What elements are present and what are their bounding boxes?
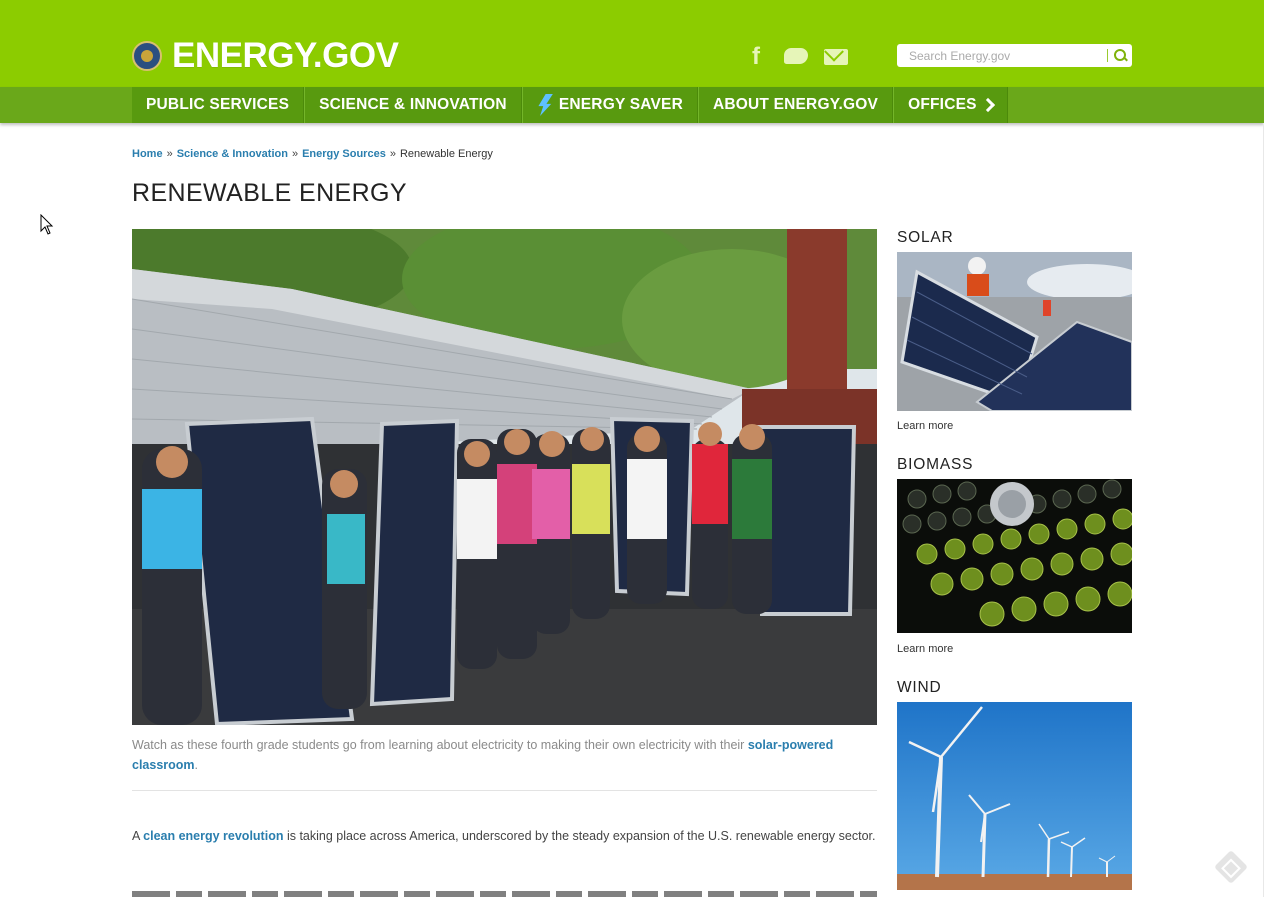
nav-item-label: SCIENCE & INNOVATION [319,96,507,113]
nav-item-public-services[interactable]: PUBLIC SERVICES [132,87,305,123]
biomass-photo-illustration [897,479,1132,633]
nav-item-label: ABOUT ENERGY.GOV [712,96,879,113]
nav-item-label: PUBLIC SERVICES [146,96,290,113]
facebook-icon[interactable]: f [752,44,768,70]
logo-text: ENERGY.GOV [172,36,399,75]
email-icon[interactable] [824,47,850,67]
breadcrumb: Home» Science & Innovation» Energy Sources… [132,148,493,160]
hero-caption-end: . [194,758,199,772]
next-paragraph-cutoff [132,887,877,897]
hero-photo-illustration [132,229,877,725]
hero-caption: Watch as these fourth grade students go … [132,735,877,775]
nav-item-offices[interactable]: OFFICES [893,87,1008,123]
sidebar-title-biomass: BIOMASS [897,456,974,473]
intro-text-start: A [132,829,140,843]
page-title: RENEWABLE ENERGY [132,179,407,207]
sidebar-title-solar: SOLAR [897,229,954,246]
nav-item-energy-saver[interactable]: ENERGY SAVER [521,87,698,123]
solar-image[interactable] [897,252,1132,411]
breadcrumb-current: Renewable Energy [399,148,493,160]
breadcrumb-separator: » [166,148,173,160]
hero-caption-text: Watch as these fourth grade students go … [132,738,745,752]
biomass-learn-more-link[interactable]: Learn more [897,643,953,655]
biomass-image[interactable] [897,479,1132,633]
search-box [897,44,1132,67]
site-header: ENERGY.GOV f [0,0,1264,87]
solar-learn-more-link[interactable]: Learn more [897,420,953,432]
social-links: f [752,44,864,70]
solar-photo-illustration [897,252,1132,411]
wind-image[interactable] [897,702,1132,890]
search-icon[interactable] [1108,45,1132,66]
lightning-bolt-icon [538,94,553,116]
breadcrumb-home[interactable]: Home [132,148,163,160]
nav-item-about[interactable]: ABOUT ENERGY.GOV [697,87,894,123]
chevron-right-icon [980,97,995,113]
intro-text-rest: is taking place across America, undersco… [286,829,876,843]
breadcrumb-separator: » [389,148,396,160]
twitter-icon[interactable] [782,44,810,70]
feedback-icon[interactable] [1214,850,1248,884]
clean-energy-revolution-link[interactable]: clean energy revolution [143,829,283,843]
content-divider [132,790,877,791]
mouse-cursor-icon [40,214,54,235]
breadcrumb-science-innovation[interactable]: Science & Innovation [177,148,288,160]
hero-image [132,229,877,725]
wind-photo-illustration [897,702,1132,890]
breadcrumb-energy-sources[interactable]: Energy Sources [302,148,386,160]
nav-item-science-innovation[interactable]: SCIENCE & INNOVATION [304,87,522,123]
intro-paragraph: A clean energy revolution is taking plac… [132,826,877,846]
sidebar-title-wind: WIND [897,679,942,696]
nav-item-label: OFFICES [908,96,977,113]
search-input[interactable] [897,45,1107,66]
breadcrumb-separator: » [291,148,299,160]
site-logo[interactable]: ENERGY.GOV [132,36,399,75]
doe-seal-icon [132,41,162,71]
main-nav: PUBLIC SERVICES SCIENCE & INNOVATION ENE… [0,87,1264,123]
nav-item-label: ENERGY SAVER [558,96,683,113]
